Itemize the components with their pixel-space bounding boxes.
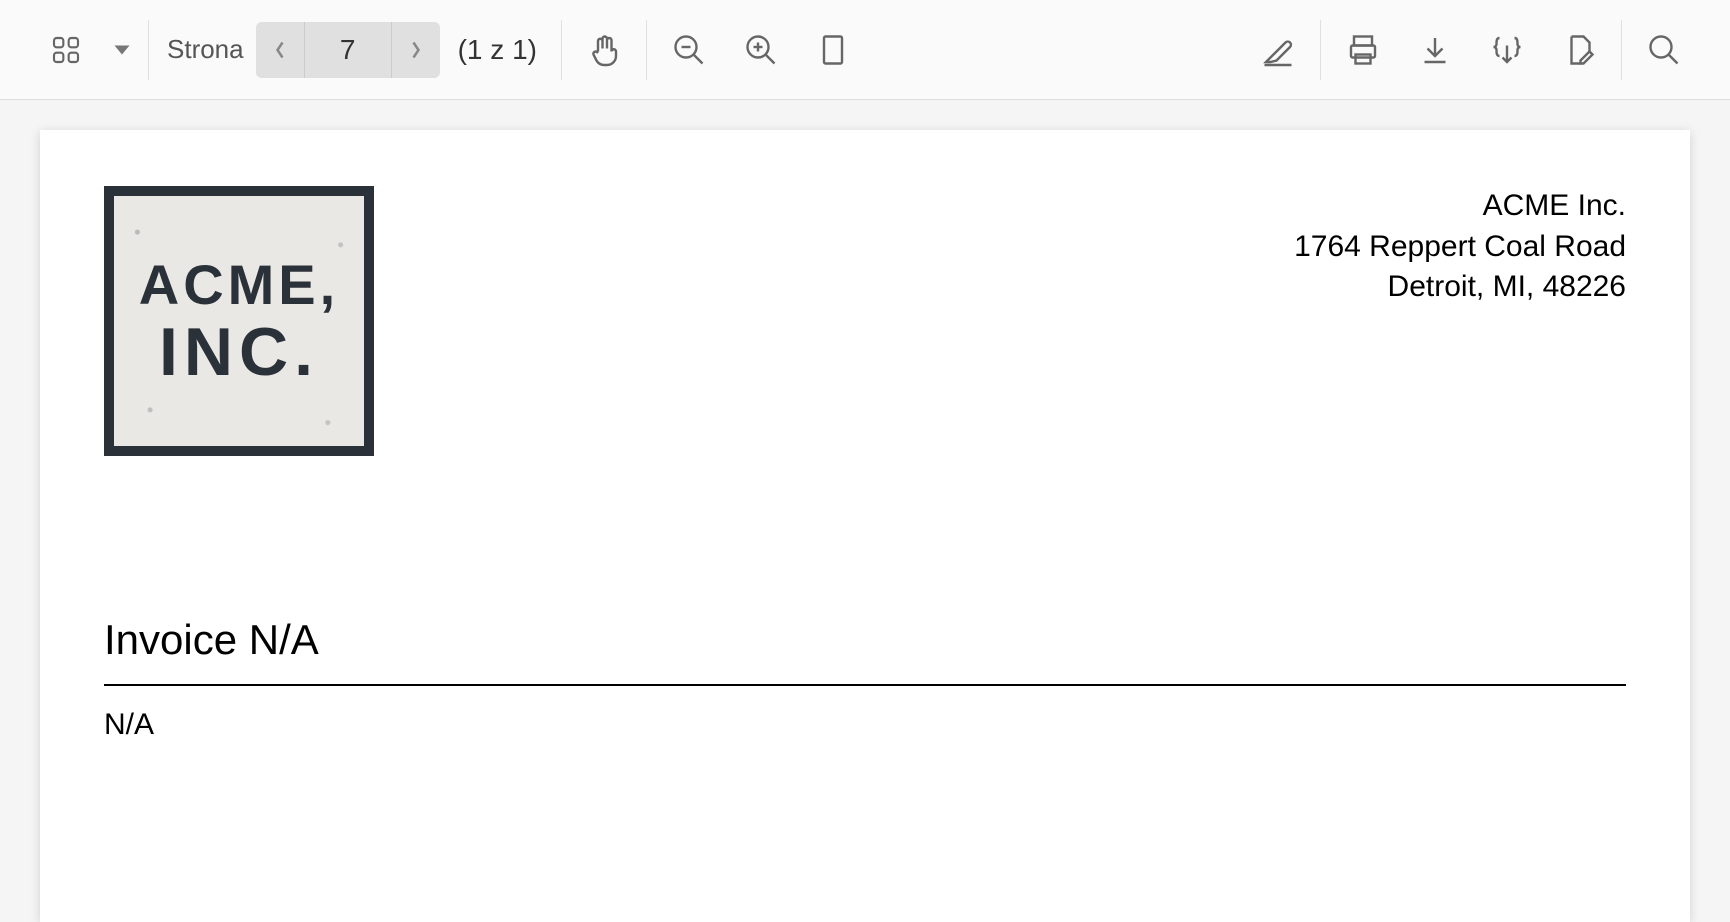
print-button[interactable] <box>1327 14 1399 86</box>
page-header: ACME, INC. ACME Inc. 1764 Reppert Coal R… <box>104 186 1626 456</box>
divider <box>1621 20 1622 80</box>
zoom-out-icon <box>671 32 707 68</box>
next-page-button[interactable] <box>392 22 440 78</box>
braces-download-icon <box>1489 32 1525 68</box>
divider <box>148 20 149 80</box>
hand-icon <box>586 32 622 68</box>
company-logo: ACME, INC. <box>104 186 374 456</box>
title-divider <box>104 684 1626 686</box>
previous-page-button[interactable] <box>256 22 304 78</box>
divider <box>646 20 647 80</box>
thumbnails-dropdown-button[interactable] <box>102 14 142 86</box>
printer-icon <box>1345 32 1381 68</box>
page-count-text: (1 z 1) <box>458 34 537 66</box>
fit-page-button[interactable] <box>797 14 869 86</box>
thumbnails-grid-button[interactable] <box>30 14 102 86</box>
chevron-down-icon <box>113 41 131 59</box>
logo-text-line2: INC. <box>159 313 319 391</box>
company-name: ACME Inc. <box>1294 186 1626 227</box>
chevron-left-icon <box>273 40 287 60</box>
page-stepper <box>256 22 440 78</box>
company-street: 1764 Reppert Coal Road <box>1294 227 1626 268</box>
zoom-out-button[interactable] <box>653 14 725 86</box>
highlighter-icon <box>1260 32 1296 68</box>
download-icon <box>1417 32 1453 68</box>
page-label: Strona <box>167 34 244 65</box>
zoom-in-button[interactable] <box>725 14 797 86</box>
document-edit-icon <box>1561 32 1597 68</box>
document-page: ACME, INC. ACME Inc. 1764 Reppert Coal R… <box>40 130 1690 922</box>
pdf-toolbar: Strona (1 z 1) <box>0 0 1730 100</box>
divider <box>561 20 562 80</box>
company-city: Detroit, MI, 48226 <box>1294 267 1626 308</box>
page-number-input[interactable] <box>304 22 392 78</box>
search-button[interactable] <box>1628 14 1700 86</box>
company-address-block: ACME Inc. 1764 Reppert Coal Road Detroit… <box>1294 186 1626 308</box>
zoom-in-icon <box>743 32 779 68</box>
grid-icon <box>50 34 82 66</box>
pan-tool-button[interactable] <box>568 14 640 86</box>
document-viewport[interactable]: ACME, INC. ACME Inc. 1764 Reppert Coal R… <box>0 100 1730 922</box>
highlight-button[interactable] <box>1242 14 1314 86</box>
logo-text-line1: ACME, <box>139 252 339 317</box>
invoice-subtitle: N/A <box>104 708 1626 742</box>
chevron-right-icon <box>409 40 423 60</box>
export-json-button[interactable] <box>1471 14 1543 86</box>
divider <box>1320 20 1321 80</box>
search-icon <box>1646 32 1682 68</box>
download-button[interactable] <box>1399 14 1471 86</box>
invoice-title: Invoice N/A <box>104 616 1626 664</box>
page-fit-icon <box>815 32 851 68</box>
edit-document-button[interactable] <box>1543 14 1615 86</box>
